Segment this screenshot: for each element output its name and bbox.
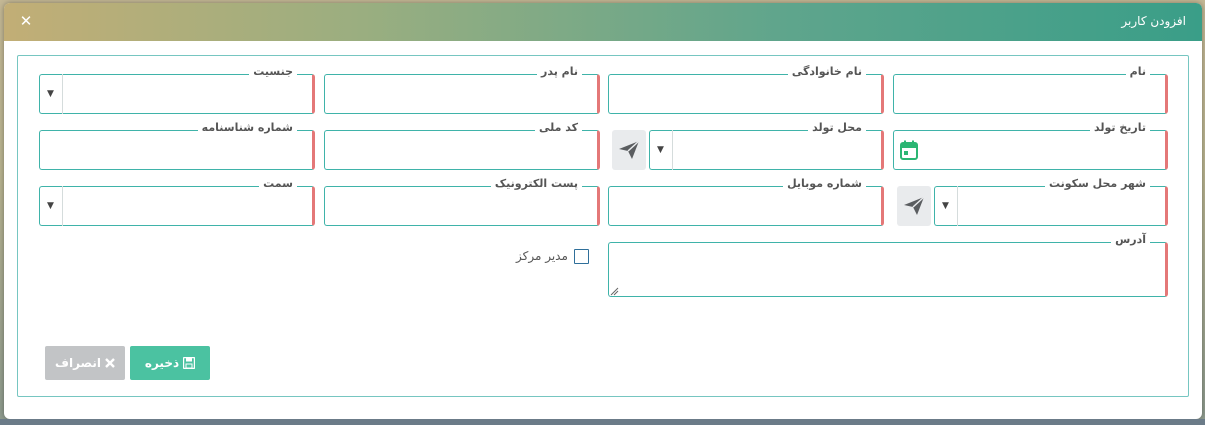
national-code-input[interactable] bbox=[324, 130, 600, 170]
mobile-field[interactable]: شماره موبایل bbox=[608, 177, 884, 226]
father-name-input[interactable] bbox=[324, 74, 600, 114]
residence-city-send-icon[interactable] bbox=[897, 186, 931, 226]
mobile-label: شماره موبایل bbox=[783, 177, 866, 191]
residence-city-field[interactable]: ▼ شهر محل سکونت bbox=[934, 177, 1168, 226]
birth-date-field[interactable]: تاریخ تولد bbox=[893, 121, 1168, 170]
birth-place-select[interactable] bbox=[649, 130, 884, 170]
national-code-field[interactable]: کد ملی bbox=[324, 121, 600, 170]
cancel-x-icon bbox=[105, 358, 115, 368]
email-field[interactable]: پست الکترونیک bbox=[324, 177, 600, 226]
id-number-label: شماره شناسنامه bbox=[197, 121, 297, 135]
id-number-input[interactable] bbox=[39, 130, 315, 170]
chevron-down-icon[interactable]: ▼ bbox=[934, 186, 958, 226]
address-field[interactable]: آدرس bbox=[608, 233, 1168, 297]
first-name-input[interactable] bbox=[893, 74, 1168, 114]
first-name-field[interactable]: نام bbox=[893, 65, 1168, 114]
center-manager-checkbox[interactable] bbox=[573, 248, 589, 264]
position-label: سمت bbox=[259, 177, 297, 191]
email-input[interactable] bbox=[324, 186, 600, 226]
save-button-label: ذخیره bbox=[144, 356, 180, 370]
birth-date-input[interactable] bbox=[893, 130, 1168, 170]
add-user-modal: افزودن کاربر ✕ نام نام خانوادگی نام پدر … bbox=[4, 3, 1202, 419]
resize-handle-icon[interactable] bbox=[610, 287, 619, 296]
gender-field[interactable]: ▼ جنسیت bbox=[39, 65, 315, 114]
calendar-icon[interactable] bbox=[893, 130, 925, 170]
position-select[interactable] bbox=[39, 186, 315, 226]
national-code-label: کد ملی bbox=[534, 121, 582, 135]
cancel-button[interactable]: انصراف bbox=[45, 346, 125, 380]
birth-date-label: تاریخ تولد bbox=[1090, 121, 1150, 135]
gender-label: جنسیت bbox=[249, 65, 297, 79]
address-label: آدرس bbox=[1111, 233, 1150, 247]
last-name-field[interactable]: نام خانوادگی bbox=[608, 65, 884, 114]
last-name-input[interactable] bbox=[608, 74, 884, 114]
chevron-down-icon[interactable]: ▼ bbox=[39, 186, 63, 226]
chevron-down-icon[interactable]: ▼ bbox=[649, 130, 673, 170]
save-button[interactable]: ذخیره bbox=[130, 346, 210, 380]
page-bottom-strip bbox=[0, 419, 1205, 425]
chevron-down-icon[interactable]: ▼ bbox=[39, 74, 63, 114]
email-label: پست الکترونیک bbox=[490, 177, 582, 191]
last-name-label: نام خانوادگی bbox=[787, 65, 866, 79]
father-name-label: نام پدر bbox=[537, 65, 582, 79]
close-icon[interactable]: ✕ bbox=[18, 12, 34, 30]
father-name-field[interactable]: نام پدر bbox=[324, 65, 600, 114]
birth-place-send-icon[interactable] bbox=[612, 130, 646, 170]
address-textarea[interactable] bbox=[608, 242, 1168, 297]
center-manager-label: مدیر مرکز bbox=[516, 249, 568, 263]
save-icon bbox=[183, 357, 196, 369]
birth-place-field[interactable]: ▼ محل تولد bbox=[649, 121, 884, 170]
id-number-field[interactable]: شماره شناسنامه bbox=[39, 121, 315, 170]
residence-city-select[interactable] bbox=[934, 186, 1168, 226]
center-manager-checkbox-row[interactable]: مدیر مرکز bbox=[516, 247, 589, 265]
residence-city-label: شهر محل سکونت bbox=[1044, 177, 1150, 191]
mobile-input[interactable] bbox=[608, 186, 884, 226]
modal-header: افزودن کاربر ✕ bbox=[4, 3, 1202, 41]
gender-select[interactable] bbox=[39, 74, 315, 114]
modal-title: افزودن کاربر bbox=[1121, 14, 1186, 28]
first-name-label: نام bbox=[1125, 65, 1150, 79]
cancel-button-label: انصراف bbox=[55, 356, 101, 370]
birth-place-label: محل تولد bbox=[808, 121, 866, 135]
position-field[interactable]: ▼ سمت bbox=[39, 177, 315, 226]
